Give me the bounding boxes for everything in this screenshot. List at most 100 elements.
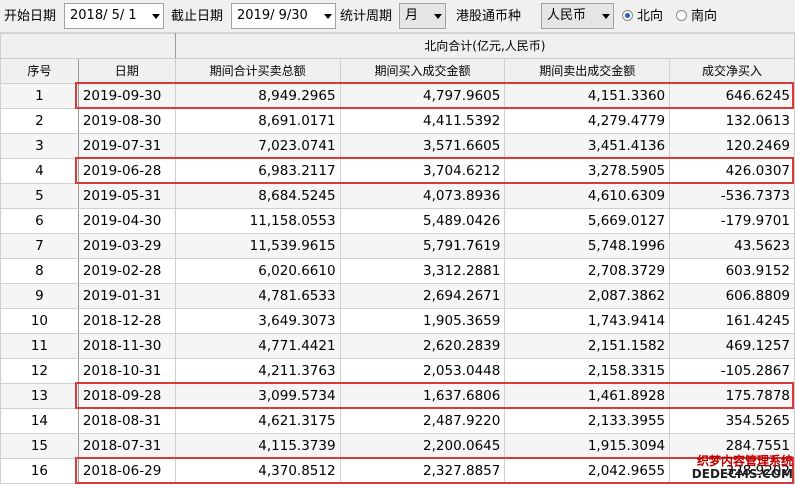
radio-south-label: 南向 (691, 9, 718, 24)
end-date-value: 2019/ 9/30 (237, 8, 308, 23)
cell-buy: 2,487.9220 (339, 408, 506, 434)
cell-sell: 2,151.1582 (504, 333, 671, 359)
column-header-date[interactable]: 日期 (77, 58, 176, 84)
table-row[interactable]: 4 2019-06-28 6,983.2117 3,704.6212 3,278.590… (0, 158, 795, 184)
table-row[interactable]: 9 2019-01-31 4,781.6533 2,694.2671 2,087.386… (0, 283, 795, 309)
column-header-buy[interactable]: 期间买入成交金额 (339, 58, 506, 84)
table-row[interactable]: 13 2018-09-28 3,099.5734 1,637.6806 1,461.89… (0, 383, 795, 409)
cell-sell: 2,087.3862 (504, 283, 671, 309)
group-header: 北向合计(亿元,人民币) (174, 33, 795, 59)
cell-net: 43.5623 (669, 233, 795, 259)
cell-total: 8,691.0171 (174, 108, 341, 134)
cell-total: 3,649.3073 (174, 308, 341, 334)
cell-total: 8,684.5245 (174, 183, 341, 209)
cell-total: 3,099.5734 (174, 383, 341, 409)
cell-sell: 2,042.9655 (504, 458, 671, 484)
cell-index: 7 (0, 233, 79, 259)
table-row[interactable]: 6 2019-04-30 11,158.0553 5,489.0426 5,669.01… (0, 208, 795, 234)
chevron-down-icon (324, 14, 332, 19)
cell-index: 11 (0, 333, 79, 359)
cell-date: 2018-12-28 (77, 308, 176, 334)
table-row[interactable]: 15 2018-07-31 4,115.3739 2,200.0645 1,915.30… (0, 433, 795, 459)
cell-total: 7,023.0741 (174, 133, 341, 159)
chevron-down-icon (152, 14, 160, 19)
cell-date: 2019-05-31 (77, 183, 176, 209)
cell-buy: 4,411.5392 (339, 108, 506, 134)
table-row[interactable]: 7 2019-03-29 11,539.9615 5,791.7619 5,748.19… (0, 233, 795, 259)
filter-bar: 开始日期 2018/ 5/ 1 截止日期 2019/ 9/30 统计周期 月 港… (0, 0, 795, 33)
cell-buy: 2,694.2671 (339, 283, 506, 309)
period-select[interactable]: 月 (399, 3, 446, 29)
cell-date: 2019-09-30 (77, 83, 176, 109)
cell-sell: 2,133.3955 (504, 408, 671, 434)
column-header-net[interactable]: 成交净买入 (669, 58, 795, 84)
cell-index: 1 (0, 83, 79, 109)
start-date-picker[interactable]: 2018/ 5/ 1 (64, 3, 164, 29)
cell-buy: 4,797.9605 (339, 83, 506, 109)
cell-total: 4,370.8512 (174, 458, 341, 484)
cell-index: 10 (0, 308, 79, 334)
cell-date: 2018-08-31 (77, 408, 176, 434)
table-row[interactable]: 2 2019-08-30 8,691.0171 4,411.5392 4,279.477… (0, 108, 795, 134)
table-row[interactable]: 1 2019-09-30 8,949.2965 4,797.9605 4,151.336… (0, 83, 795, 109)
table-row[interactable]: 3 2019-07-31 7,023.0741 3,571.6605 3,451.413… (0, 133, 795, 159)
cell-buy: 1,905.3659 (339, 308, 506, 334)
table-row[interactable]: 8 2019-02-28 6,020.6610 3,312.2881 2,708.372… (0, 258, 795, 284)
cell-sell: 4,151.3360 (504, 83, 671, 109)
cell-net: 175.7878 (669, 383, 795, 409)
header-blank-cell (0, 33, 176, 59)
cell-total: 4,211.3763 (174, 358, 341, 384)
cell-sell: 5,669.0127 (504, 208, 671, 234)
currency-select[interactable]: 人民币 (541, 3, 614, 29)
cell-date: 2018-11-30 (77, 333, 176, 359)
cell-total: 4,771.4421 (174, 333, 341, 359)
end-date-picker[interactable]: 2019/ 9/30 (231, 3, 336, 29)
cell-index: 12 (0, 358, 79, 384)
cell-net: 354.5265 (669, 408, 795, 434)
cell-index: 16 (0, 458, 79, 484)
column-header-sell[interactable]: 期间卖出成交金额 (504, 58, 671, 84)
start-date-value: 2018/ 5/ 1 (70, 8, 137, 23)
watermark-line2: DEDECMS.COM (691, 467, 793, 481)
table-row[interactable]: 16 2018-06-29 4,370.8512 2,327.8857 2,042.96… (0, 458, 795, 484)
cell-total: 4,781.6533 (174, 283, 341, 309)
cell-buy: 2,327.8857 (339, 458, 506, 484)
currency-value: 人民币 (547, 8, 587, 23)
table-row[interactable]: 5 2019-05-31 8,684.5245 4,073.8936 4,610.630… (0, 183, 795, 209)
cell-buy: 5,489.0426 (339, 208, 506, 234)
cell-date: 2018-06-29 (77, 458, 176, 484)
cell-total: 4,115.3739 (174, 433, 341, 459)
cell-sell: 1,915.3094 (504, 433, 671, 459)
period-label: 统计周期 (340, 9, 393, 24)
northbound-table: 北向合计(亿元,人民币) 序号 日期 期间合计买卖总额 期间买入成交金额 期间卖… (0, 33, 795, 484)
table-row[interactable]: 11 2018-11-30 4,771.4421 2,620.2839 2,151.15… (0, 333, 795, 359)
currency-label: 港股通币种 (456, 9, 522, 24)
cell-total: 6,020.6610 (174, 258, 341, 284)
column-header-index[interactable]: 序号 (0, 58, 79, 84)
cell-net: -105.2867 (669, 358, 795, 384)
cell-net: 132.0613 (669, 108, 795, 134)
radio-selected-icon (622, 10, 633, 21)
cell-date: 2019-08-30 (77, 108, 176, 134)
cell-date: 2018-10-31 (77, 358, 176, 384)
table-row[interactable]: 10 2018-12-28 3,649.3073 1,905.3659 1,743.94… (0, 308, 795, 334)
column-header-total[interactable]: 期间合计买卖总额 (174, 58, 341, 84)
cell-buy: 3,312.2881 (339, 258, 506, 284)
cell-index: 13 (0, 383, 79, 409)
cell-index: 4 (0, 158, 79, 184)
cell-total: 4,621.3175 (174, 408, 341, 434)
radio-north[interactable]: 北向 (622, 8, 663, 25)
table-row[interactable]: 14 2018-08-31 4,621.3175 2,487.9220 2,133.39… (0, 408, 795, 434)
cell-index: 2 (0, 108, 79, 134)
cell-index: 15 (0, 433, 79, 459)
cell-index: 9 (0, 283, 79, 309)
cell-sell: 4,610.6309 (504, 183, 671, 209)
table-row[interactable]: 12 2018-10-31 4,211.3763 2,053.0448 2,158.33… (0, 358, 795, 384)
cell-buy: 1,637.6806 (339, 383, 506, 409)
cell-buy: 2,053.0448 (339, 358, 506, 384)
cell-sell: 2,708.3729 (504, 258, 671, 284)
cell-net: 606.8809 (669, 283, 795, 309)
cell-date: 2019-01-31 (77, 283, 176, 309)
cell-date: 2019-07-31 (77, 133, 176, 159)
radio-south[interactable]: 南向 (676, 8, 717, 25)
